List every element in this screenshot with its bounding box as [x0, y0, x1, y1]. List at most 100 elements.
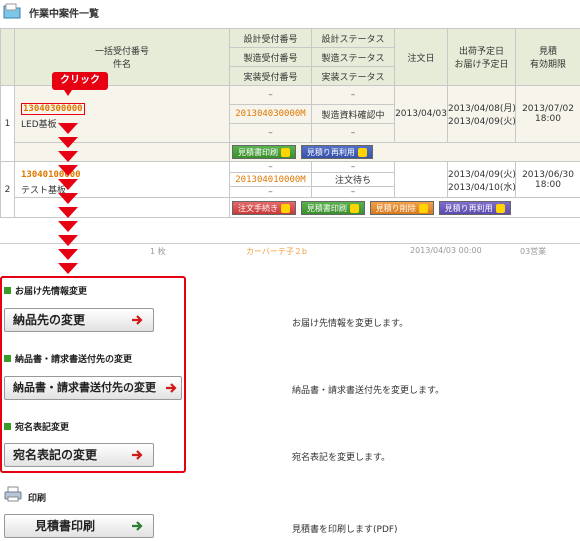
- col-head-order-date: 注文日: [394, 28, 448, 86]
- change-delivery-button[interactable]: 納品先の変更: [4, 308, 154, 332]
- print-estimate-button[interactable]: 見積書印刷: [232, 145, 296, 159]
- row-number: 1: [0, 85, 15, 162]
- expire-cell: 2013/07/02 18:00: [515, 85, 580, 143]
- table-row: 2 13040100000 テスト基板 – – 2013/04/09(火) 20…: [0, 161, 580, 218]
- order-date: 2013/04/03: [394, 85, 448, 143]
- bulk-cell: 13040300000 LED基板: [14, 85, 230, 143]
- arrow-right-icon: [281, 203, 290, 213]
- section-heading: お届け先情報変更: [15, 287, 88, 297]
- arrow-right-icon: [495, 203, 505, 213]
- row-number: 2: [0, 161, 15, 218]
- button-label: 宛名表記の変更: [13, 448, 98, 462]
- col-head-expire: 見積 有効期限: [515, 28, 580, 86]
- case-name: LED基板: [21, 120, 57, 130]
- reuse-estimate-button[interactable]: 見積り再利用: [438, 200, 511, 215]
- row-spacer: [14, 197, 230, 218]
- page-header: 作業中案件一覧: [0, 0, 580, 24]
- button-label: 見積り再利用: [306, 148, 355, 157]
- change-address-button[interactable]: 宛名表記の変更: [4, 443, 154, 467]
- design-no: –: [229, 85, 312, 105]
- expire-date: 2013/06/30: [522, 169, 574, 180]
- col-head-ship: 出荷予定日 お届け予定日: [447, 28, 516, 86]
- arrow-right-icon: [132, 315, 143, 325]
- bullet-icon: [4, 287, 11, 294]
- section-delivery: お届け先情報変更: [4, 284, 87, 297]
- col-head-ship-date: 出荷予定日: [458, 47, 504, 57]
- folder-icon: [3, 3, 21, 19]
- col-head-mount-no: 実装受付番号: [229, 66, 312, 86]
- expire-cell: 2013/06/30 18:00: [515, 161, 580, 198]
- section-address: 宛名表記変更: [4, 420, 69, 433]
- section-heading: 納品書・請求書送付先の変更: [15, 355, 133, 365]
- row-actions: 注文手続き 見積書印刷 見積り削除 見積り再利用: [229, 197, 580, 218]
- button-label: 見積書印刷: [35, 519, 96, 533]
- arrow-right-icon: [281, 148, 290, 157]
- col-head-expire-date: 有効期限: [529, 60, 566, 70]
- mount-status: –: [311, 123, 395, 143]
- arrow-right-icon: [418, 203, 428, 213]
- mfg-status: 製造資料確認中: [311, 104, 395, 124]
- ship-cell: 2013/04/08(月) 2013/04/09(火): [447, 85, 516, 143]
- down-arrow-icon: [58, 123, 78, 134]
- row-spacer: [14, 142, 230, 162]
- button-label: 納品先の変更: [13, 313, 86, 327]
- printer-icon: [4, 486, 22, 502]
- arrow-right-icon: [132, 521, 143, 531]
- mfg-no: 201304030000M: [229, 104, 312, 124]
- row-number-header: [0, 28, 15, 86]
- down-arrow-icon: [58, 207, 78, 218]
- section-heading: 宛名表記変更: [15, 423, 70, 433]
- button-label: 見積書印刷: [238, 148, 278, 157]
- print-desc: 見積書を印刷します(PDF): [292, 525, 398, 535]
- click-callout: クリック: [52, 72, 108, 96]
- order-date: [394, 161, 448, 198]
- expire-time: 18:00: [535, 114, 561, 124]
- button-label: 見積書印刷: [306, 203, 347, 213]
- col-head-design-no: 設計受付番号: [229, 28, 312, 48]
- bulk-cell: 13040100000 テスト基板: [14, 161, 230, 198]
- order-procedure-button[interactable]: 注文手続き: [232, 200, 296, 215]
- col-head-mfg-no: 製造受付番号: [229, 47, 312, 67]
- bulk-number-link[interactable]: 13040300000: [21, 103, 85, 115]
- mount-no: –: [229, 186, 312, 198]
- arrow-right-icon: [349, 203, 359, 213]
- down-arrow-icon: [58, 165, 78, 176]
- arrow-right-icon: [166, 383, 177, 393]
- expire-time: 18:00: [535, 179, 561, 190]
- address-desc: 宛名表記を変更します。: [292, 453, 391, 463]
- design-no: –: [229, 161, 312, 173]
- col-head-design-status: 設計ステータス: [311, 28, 395, 48]
- mfg-status: 注文待ち: [311, 172, 395, 187]
- page-title: 作業中案件一覧: [29, 9, 99, 20]
- delete-estimate-button[interactable]: 見積り削除: [369, 200, 434, 215]
- down-arrow-icon: [58, 193, 78, 204]
- col-head-name: 件名: [112, 60, 131, 70]
- section-print: 印刷: [28, 491, 46, 504]
- change-invoice-button[interactable]: 納品書・請求書送付先の変更: [4, 376, 182, 400]
- print-estimate-big-button[interactable]: 見積書印刷: [4, 514, 154, 538]
- section-invoice: 納品書・請求書送付先の変更: [4, 352, 132, 365]
- deliver-date: 2013/04/09(火): [448, 117, 516, 127]
- print-estimate-button[interactable]: 見積書印刷: [300, 200, 365, 215]
- down-arrow-icon: [58, 221, 78, 232]
- partial-link: カーバーテ子２b: [246, 247, 307, 256]
- arrow-right-icon: [132, 450, 143, 460]
- partial-date: 2013/04/03 00:00: [410, 246, 482, 255]
- down-arrow-icon: [58, 179, 78, 190]
- down-arrow-icon: [58, 235, 78, 246]
- arrow-right-icon: [357, 148, 367, 157]
- partial-note: 03営業: [520, 247, 547, 256]
- col-head-deliver-date: お届け予定日: [454, 60, 509, 70]
- bullet-icon: [4, 423, 11, 430]
- reuse-estimate-button[interactable]: 見積り再利用: [300, 145, 373, 159]
- bullet-icon: [4, 355, 11, 362]
- down-arrow-icon: [58, 263, 78, 274]
- case-table: 一括受付番号 件名 設計受付番号 設計ステータス 注文日 出荷予定日 お届け予定…: [0, 28, 580, 218]
- button-label: 注文手続き: [238, 203, 278, 213]
- col-head-mount-status: 実装ステータス: [311, 66, 395, 86]
- button-label: 見積り削除: [375, 203, 416, 213]
- col-head-estimate: 見積: [538, 47, 557, 57]
- section-heading: 印刷: [28, 494, 47, 504]
- invoice-desc: 納品書・請求書送付先を変更します。: [292, 386, 445, 396]
- mount-no: –: [229, 123, 312, 143]
